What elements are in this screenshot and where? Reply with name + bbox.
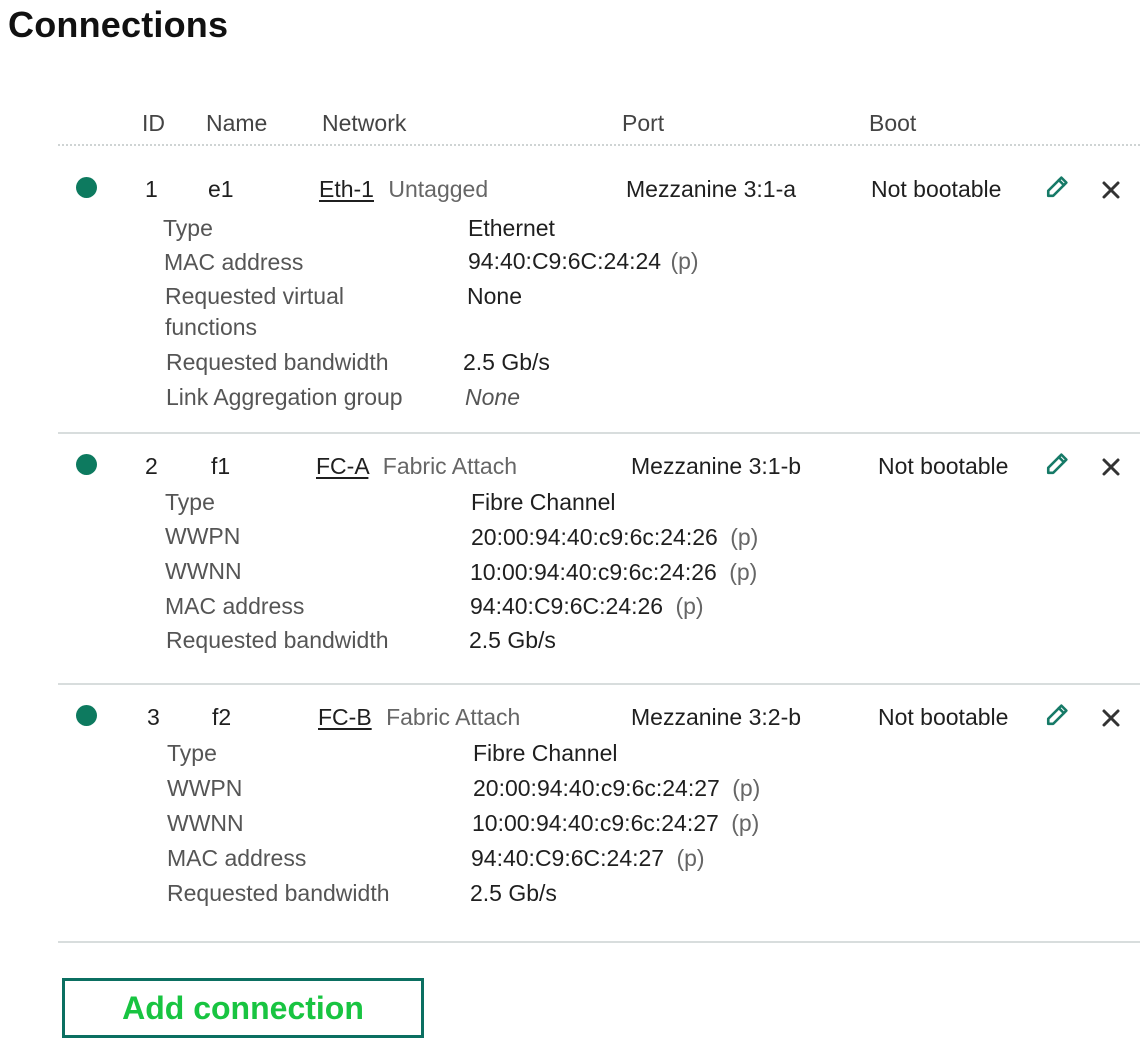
connection-row: 2 f1 FC-A Fabric Attach Mezzanine 3:1-b … [58, 432, 1140, 685]
connection-boot: Not bootable [878, 453, 1009, 479]
connection-port: Mezzanine 3:1-b [631, 453, 802, 479]
detail-value: None [467, 283, 522, 309]
detail-value: None [465, 384, 520, 410]
remove-connection-button[interactable] [1094, 173, 1128, 207]
header-id: ID [142, 110, 165, 136]
connection-row: 3 f2 FC-B Fabric Attach Mezzanine 3:2-b … [58, 683, 1140, 943]
connection-name: e1 [208, 176, 234, 202]
connections-table-header: ID Name Network Port Boot [58, 108, 1140, 146]
detail-label: Type [167, 740, 217, 766]
connection-network: FC-A Fabric Attach [316, 453, 517, 480]
connection-boot: Not bootable [871, 176, 1002, 202]
detail-value: 94:40:C9:6C:24:26 (p) [470, 593, 704, 620]
detail-label: Type [163, 215, 213, 241]
status-dot-icon [76, 705, 97, 726]
edit-connection-button[interactable] [1040, 170, 1074, 204]
primary-suffix: (p) [729, 559, 758, 585]
connection-id: 3 [147, 704, 160, 730]
network-mode: Fabric Attach [386, 704, 521, 730]
detail-label: WWNN [165, 558, 242, 584]
connection-port: Mezzanine 3:1-a [626, 176, 797, 202]
detail-value: 2.5 Gb/s [470, 880, 557, 906]
detail-label: Requested virtual [165, 283, 344, 309]
close-icon [1102, 709, 1120, 727]
connection-name: f2 [212, 704, 232, 730]
network-mode: Fabric Attach [382, 453, 518, 479]
primary-suffix: (p) [675, 593, 704, 619]
detail-value: 20:00:94:40:c9:6c:24:26 (p) [471, 524, 758, 551]
detail-label: Requested bandwidth [166, 349, 389, 375]
edit-connection-button[interactable] [1040, 447, 1074, 481]
remove-connection-button[interactable] [1094, 450, 1128, 484]
detail-value: 94:40:C9:6C:24:24 (p) [468, 248, 699, 275]
page-title: Connections [8, 4, 229, 45]
detail-value: 10:00:94:40:c9:6c:24:26 (p) [470, 559, 757, 586]
connection-row: 1 e1 Eth-1 Untagged Mezzanine 3:1-a Not … [58, 147, 1140, 434]
detail-label: Link Aggregation group [166, 384, 403, 410]
status-dot-icon [76, 454, 97, 475]
connection-id: 1 [145, 176, 158, 202]
connection-boot: Not bootable [878, 704, 1009, 730]
close-icon [1102, 181, 1120, 199]
close-icon [1102, 458, 1120, 476]
mac-address-value: 94:40:C9:6C:24:26 [470, 593, 664, 619]
wwpn-value: 20:00:94:40:c9:6c:24:26 [471, 524, 718, 550]
wwnn-value: 10:00:94:40:c9:6c:24:26 [470, 559, 717, 585]
network-mode: Untagged [388, 176, 489, 202]
network-link[interactable]: Eth-1 [319, 176, 374, 202]
connection-id: 2 [145, 453, 158, 479]
detail-value: 10:00:94:40:c9:6c:24:27 (p) [472, 810, 759, 837]
header-name: Name [206, 110, 268, 136]
header-port: Port [622, 110, 665, 136]
wwpn-value: 20:00:94:40:c9:6c:24:27 [473, 775, 720, 801]
network-link[interactable]: FC-A [316, 453, 368, 479]
mac-address-value: 94:40:C9:6C:24:27 [471, 845, 665, 871]
detail-label: WWPN [167, 775, 243, 801]
detail-label: Requested bandwidth [167, 880, 390, 906]
pencil-icon [1046, 704, 1068, 726]
primary-suffix: (p) [730, 524, 759, 550]
detail-value: Ethernet [468, 215, 555, 241]
detail-label: MAC address [167, 845, 307, 871]
edit-connection-button[interactable] [1040, 698, 1074, 732]
add-connection-button[interactable]: Add connection [62, 978, 424, 1038]
wwnn-value: 10:00:94:40:c9:6c:24:27 [472, 810, 719, 836]
detail-value: Fibre Channel [473, 740, 618, 766]
detail-label: MAC address [164, 249, 304, 275]
header-boot: Boot [869, 110, 917, 136]
remove-connection-button[interactable] [1094, 701, 1128, 735]
detail-value: 94:40:C9:6C:24:27 (p) [471, 845, 705, 872]
detail-value: 2.5 Gb/s [463, 349, 550, 375]
mac-address-value: 94:40:C9:6C:24:24 [468, 248, 662, 274]
detail-label-continued: functions [165, 314, 258, 340]
connection-port: Mezzanine 3:2-b [631, 704, 802, 730]
detail-value: 20:00:94:40:c9:6c:24:27 (p) [473, 775, 760, 802]
pencil-icon [1046, 453, 1068, 475]
status-dot-icon [76, 177, 97, 198]
connection-network: Eth-1 Untagged [319, 176, 488, 203]
primary-suffix: (p) [676, 845, 705, 871]
detail-value: 2.5 Gb/s [469, 627, 556, 653]
network-link[interactable]: FC-B [318, 704, 372, 730]
detail-label: Requested bandwidth [166, 627, 389, 653]
detail-label: WWNN [167, 810, 244, 836]
detail-value: Fibre Channel [471, 489, 616, 515]
detail-label: WWPN [165, 523, 241, 549]
connection-network: FC-B Fabric Attach [318, 704, 520, 731]
connection-name: f1 [211, 453, 231, 479]
pencil-icon [1046, 176, 1068, 198]
header-network: Network [322, 110, 407, 136]
primary-suffix: (p) [731, 810, 760, 836]
primary-suffix: (p) [732, 775, 761, 801]
detail-label: MAC address [165, 593, 305, 619]
detail-label: Type [165, 489, 215, 515]
primary-suffix: (p) [670, 248, 699, 274]
